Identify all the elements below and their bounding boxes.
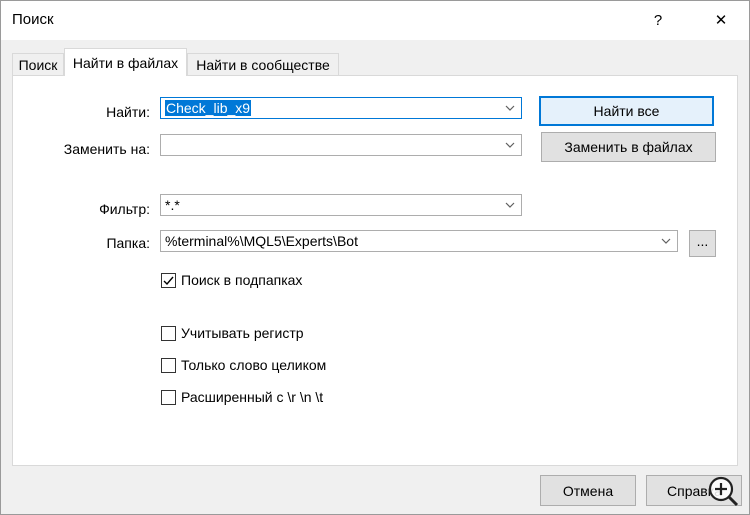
tab-search[interactable]: Поиск (12, 53, 64, 75)
checkbox-box[interactable] (161, 325, 176, 341)
browse-folder-button[interactable]: ... (689, 230, 716, 257)
folder-label: Папка: (106, 235, 150, 251)
zoom-in-icon[interactable] (707, 475, 739, 507)
replace-in-files-button[interactable]: Заменить в файлах (541, 132, 716, 162)
whole-word-checkbox[interactable]: Только слово целиком (161, 357, 326, 373)
cancel-button[interactable]: Отмена (540, 475, 636, 506)
close-icon[interactable]: ✕ (698, 1, 744, 39)
chevron-down-icon (661, 238, 671, 244)
filter-input-value: *.* (165, 197, 180, 213)
filter-combobox[interactable]: *.* (160, 194, 522, 216)
checkbox-box[interactable] (161, 389, 176, 405)
extended-label: Расширенный с \r \n \t (181, 389, 324, 405)
checkbox-box[interactable] (161, 272, 176, 288)
filter-label: Фильтр: (99, 201, 150, 217)
chevron-down-icon (505, 142, 515, 148)
checkmark-icon (163, 276, 174, 285)
replace-combobox[interactable] (160, 134, 522, 156)
chevron-down-icon (505, 105, 515, 111)
window-title: Поиск (12, 11, 54, 28)
replace-label: Заменить на: (63, 141, 150, 157)
find-label: Найти: (106, 104, 150, 120)
find-all-button[interactable]: Найти все (539, 96, 714, 126)
match-case-label: Учитывать регистр (181, 325, 304, 341)
folder-combobox[interactable]: %terminal%\MQL5\Experts\Bot (160, 230, 678, 252)
match-case-checkbox[interactable]: Учитывать регистр (161, 325, 304, 341)
tab-find-in-community[interactable]: Найти в сообществе (187, 53, 339, 75)
extended-checkbox[interactable]: Расширенный с \r \n \t (161, 389, 323, 405)
checkbox-box[interactable] (161, 357, 176, 373)
subfolders-label: Поиск в подпапках (181, 272, 303, 288)
tab-find-in-files[interactable]: Найти в файлах (64, 48, 187, 76)
folder-input-value: %terminal%\MQL5\Experts\Bot (165, 233, 358, 249)
subfolders-checkbox[interactable]: Поиск в подпапках (161, 272, 302, 288)
whole-word-label: Только слово целиком (181, 357, 327, 373)
help-icon[interactable]: ? (635, 1, 681, 39)
chevron-down-icon (505, 202, 515, 208)
find-input-value: Check_lib_x9 (165, 100, 252, 116)
find-combobox[interactable]: Check_lib_x9 (160, 97, 522, 119)
title-bar: Поиск ? ✕ (1, 1, 749, 40)
